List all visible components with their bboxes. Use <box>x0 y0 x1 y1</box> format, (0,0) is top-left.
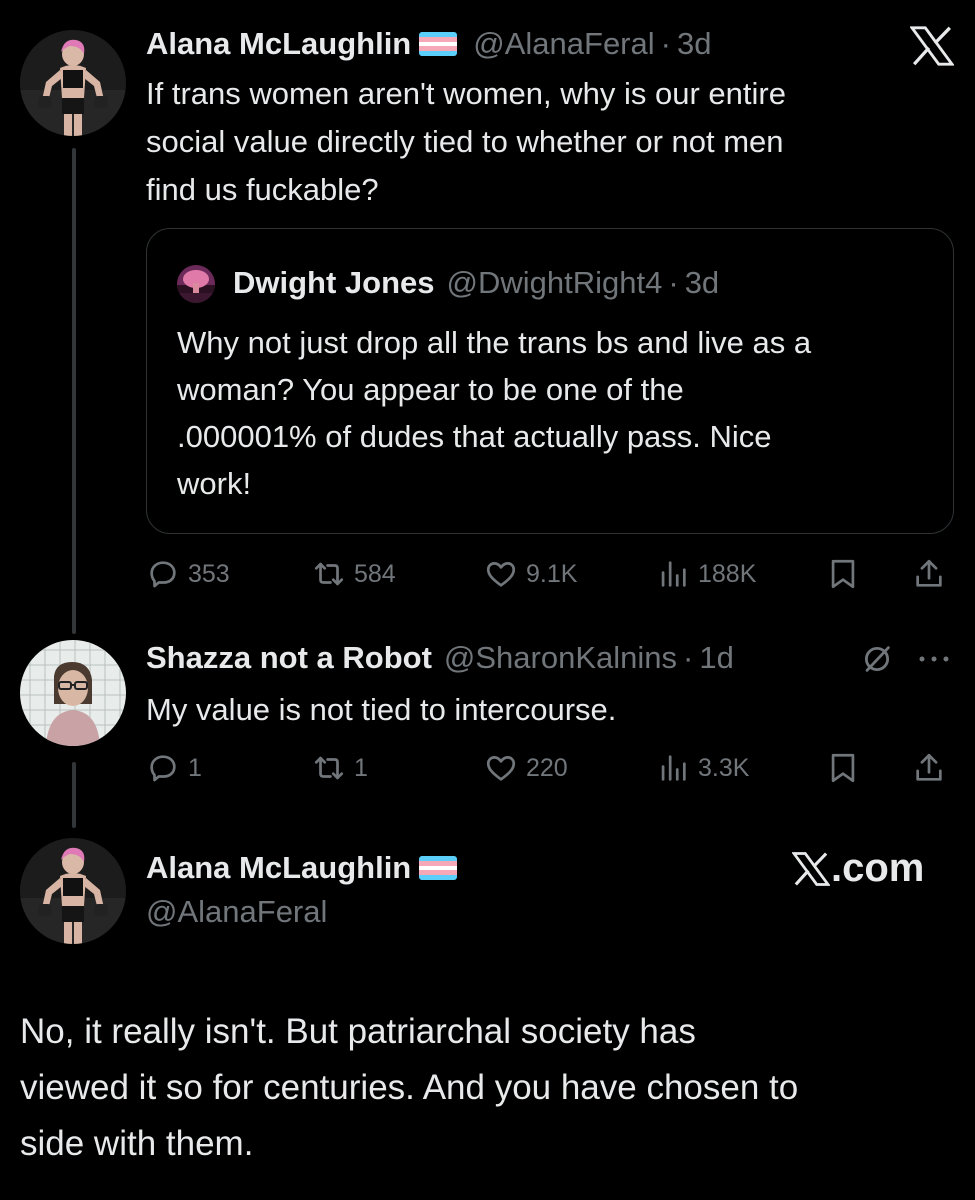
tweet-text: My value is not tied to intercourse. <box>146 692 617 727</box>
tweet-text: No, it really isn't. But patriarchal soc… <box>20 1012 799 1163</box>
quote-timestamp[interactable]: 3d <box>685 265 719 301</box>
reply-count: 353 <box>188 559 230 588</box>
reply-icon <box>150 561 176 588</box>
timestamp[interactable]: 1d <box>699 640 733 676</box>
avatar[interactable] <box>20 640 126 746</box>
trans-flag-icon <box>419 856 458 880</box>
quote-author-name[interactable]: Dwight Jones <box>233 265 435 301</box>
views-icon <box>661 755 686 781</box>
like-count: 220 <box>526 753 568 782</box>
bookmark-button[interactable] <box>826 748 868 788</box>
x-logo-icon <box>792 851 830 886</box>
separator: · <box>683 640 694 675</box>
author-handle[interactable]: @AlanaFeral <box>473 26 654 62</box>
author-handle[interactable]: @SharonKalnins <box>444 640 677 676</box>
views-icon <box>661 561 686 587</box>
tweet-text: If trans women aren't women, why is our … <box>146 76 786 207</box>
author-name[interactable]: Shazza not a Robot <box>146 640 432 676</box>
tweet-actions: 353 584 9.1K 188K <box>146 554 956 594</box>
reply-button[interactable]: 353 <box>146 554 230 594</box>
share-button[interactable] <box>912 748 954 788</box>
repost-button[interactable]: 584 <box>312 554 396 594</box>
bookmark-icon <box>831 753 855 783</box>
views-count: 3.3K <box>698 753 750 782</box>
brand-text: .com <box>831 846 925 890</box>
views-count: 188K <box>698 559 757 588</box>
tweet-header: Alana McLaughlin @AlanaFeral · 3d <box>146 24 711 64</box>
views-button[interactable]: 188K <box>656 554 756 594</box>
tweet-header: Shazza not a Robot @SharonKalnins · 1d <box>146 638 956 678</box>
share-icon <box>916 559 942 587</box>
quote-avatar <box>177 265 215 303</box>
reply-button[interactable]: 1 <box>146 748 202 788</box>
more-icon[interactable] <box>916 644 952 674</box>
x-com-brand: .com <box>792 846 924 891</box>
thread-line <box>72 148 76 634</box>
quote-author-handle[interactable]: @DwightRight4 <box>447 265 663 301</box>
blocked-icon[interactable] <box>860 642 894 676</box>
separator: · <box>660 26 671 61</box>
avatar[interactable] <box>20 838 126 944</box>
trans-flag-icon <box>419 32 458 56</box>
quoted-tweet[interactable]: Dwight Jones @DwightRight4 · 3d Why not … <box>146 228 954 534</box>
like-icon <box>486 756 516 781</box>
author-handle[interactable]: @AlanaFeral <box>146 894 327 930</box>
timestamp[interactable]: 3d <box>677 26 711 62</box>
tweet-header: Alana McLaughlin <box>146 848 473 888</box>
repost-button[interactable]: 1 <box>312 748 368 788</box>
like-count: 9.1K <box>526 559 578 588</box>
tweet-actions: 1 1 220 3.3K <box>146 748 956 788</box>
separator: · <box>668 265 679 300</box>
share-button[interactable] <box>912 554 954 594</box>
repost-icon <box>314 756 344 780</box>
views-button[interactable]: 3.3K <box>656 748 749 788</box>
share-icon <box>916 753 942 781</box>
repost-count: 1 <box>354 753 368 782</box>
reply-icon <box>150 755 176 782</box>
repost-icon <box>314 562 344 586</box>
like-icon <box>486 562 516 587</box>
x-logo-icon[interactable] <box>910 26 954 66</box>
repost-count: 584 <box>354 559 396 588</box>
reply-count: 1 <box>188 753 202 782</box>
avatar[interactable] <box>20 30 126 136</box>
author-name[interactable]: Alana McLaughlin <box>146 26 411 62</box>
quote-text: Why not just drop all the trans bs and l… <box>177 325 812 501</box>
thread-line <box>72 762 76 828</box>
quote-header: Dwight Jones @DwightRight4 · 3d <box>233 263 719 303</box>
bookmark-icon <box>831 559 855 589</box>
bookmark-button[interactable] <box>826 554 868 594</box>
author-name[interactable]: Alana McLaughlin <box>146 850 411 886</box>
like-button[interactable]: 9.1K <box>484 554 577 594</box>
like-button[interactable]: 220 <box>484 748 568 788</box>
